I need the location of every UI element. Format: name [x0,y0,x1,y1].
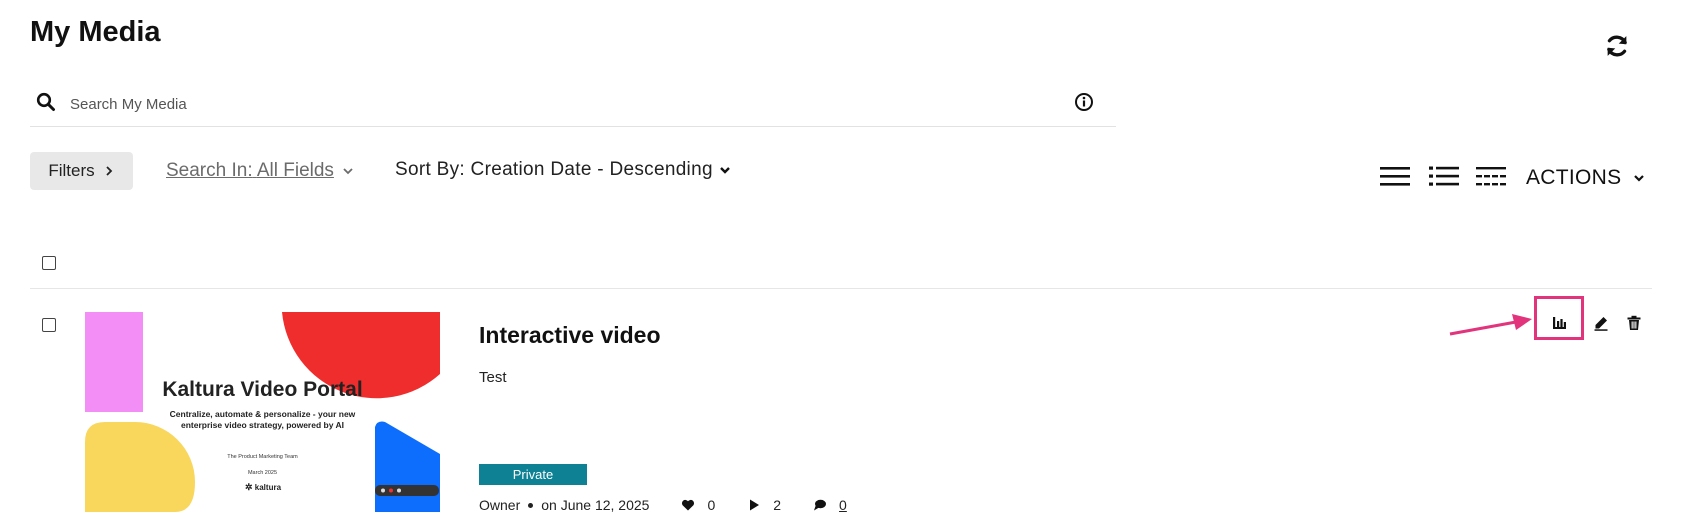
chevron-right-icon [106,166,112,176]
thumb-date: March 2025 [247,470,278,476]
highlight-box [1534,296,1584,340]
annotation-arrow-icon [1449,314,1532,336]
entry-meta: Owner on June 12, 2025 0 2 0 [479,497,847,513]
heart-icon [682,499,695,511]
separator-dot [528,502,534,508]
entry-description: Test [479,369,507,386]
comments-count[interactable]: 0 [839,497,847,513]
actions-label: ACTIONS [1526,166,1622,189]
plays-count: 2 [773,497,782,513]
compact-grid-icon[interactable] [1475,164,1507,188]
chevron-down-icon [343,168,353,175]
search-in-prefix: Search In: [166,160,253,181]
divider [30,288,1652,289]
detailed-list-icon[interactable] [1428,164,1460,188]
thumb-subheading-1: Centralize, automate & personalize - you… [169,409,356,419]
delete-icon[interactable] [1622,311,1646,335]
comment-icon [814,499,827,511]
filters-label: Filters [48,161,95,180]
search-icon [36,92,56,112]
play-icon [750,499,760,511]
thumb-heading: Kaltura Video Portal [162,378,363,401]
page-title: My Media [30,16,161,48]
chevron-down-icon [1634,175,1645,182]
thumb-subheading-2: enterprise video strategy, powered by AI [181,420,344,430]
entry-checkbox[interactable] [42,318,56,332]
entry-owner: Owner [479,497,521,513]
refresh-icon[interactable] [1603,32,1631,60]
search-bar [30,84,1116,127]
search-in-value: All Fields [256,160,334,181]
select-all-checkbox[interactable] [42,256,56,270]
likes-count: 0 [707,497,716,513]
entry-title[interactable]: Interactive video [479,322,661,349]
edit-icon[interactable] [1589,311,1613,335]
thumb-team: The Product Marketing Team [227,454,298,460]
info-icon[interactable] [1074,92,1094,112]
entry-thumbnail[interactable]: Kaltura Video Portal Centralize, automat… [85,312,440,512]
chevron-down-icon [719,167,730,174]
sort-by-dropdown[interactable]: Sort By: Creation Date - Descending [395,159,731,181]
search-in-dropdown[interactable]: Search In: All Fields [166,160,354,182]
sort-by-label: Sort By: Creation Date - Descending [395,159,713,180]
filters-button[interactable]: Filters [30,152,133,190]
privacy-badge: Private [479,464,587,485]
actions-dropdown[interactable]: ACTIONS [1526,166,1645,190]
thumbnail-list-icon[interactable] [1379,164,1411,188]
entry-date: on June 12, 2025 [541,497,650,513]
search-input[interactable] [68,88,1032,120]
kaltura-logo: ✲ kaltura [245,482,282,492]
